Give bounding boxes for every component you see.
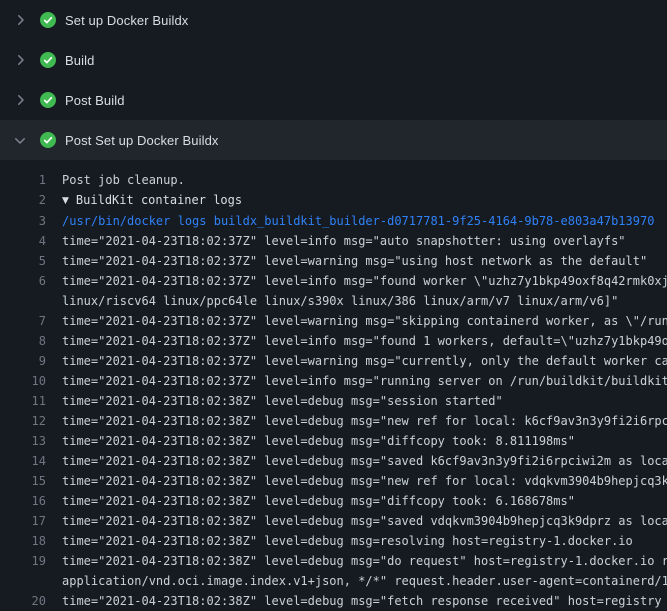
actions-job-log-viewer: Set up Docker Buildx Build Post Buil xyxy=(0,0,667,611)
log-line-number[interactable]: 16 xyxy=(0,491,46,511)
log-line-number[interactable]: 4 xyxy=(0,231,46,251)
steps-list: Set up Docker Buildx Build Post Buil xyxy=(0,0,667,160)
log-line-number[interactable]: 7 xyxy=(0,311,46,331)
log-line-number[interactable]: 3 xyxy=(0,211,46,231)
log-line-text: time="2021-04-23T18:02:38Z" level=debug … xyxy=(46,391,503,411)
log-line-text: time="2021-04-23T18:02:38Z" level=debug … xyxy=(46,591,662,611)
log-line: 16 time="2021-04-23T18:02:38Z" level=deb… xyxy=(0,491,667,511)
log-line-text: time="2021-04-23T18:02:37Z" level=info m… xyxy=(46,371,667,391)
log-line: 17 time="2021-04-23T18:02:38Z" level=deb… xyxy=(0,511,667,531)
log-line-text: time="2021-04-23T18:02:38Z" level=debug … xyxy=(46,471,667,491)
log-line: 4 time="2021-04-23T18:02:37Z" level=info… xyxy=(0,231,667,251)
log-line-text: time="2021-04-23T18:02:38Z" level=debug … xyxy=(46,531,633,551)
log-line: 18 time="2021-04-23T18:02:38Z" level=deb… xyxy=(0,531,667,551)
log-line: 12 time="2021-04-23T18:02:38Z" level=deb… xyxy=(0,411,667,431)
log-line-text: application/vnd.oci.image.index.v1+json,… xyxy=(46,571,667,591)
log-line: 10 time="2021-04-23T18:02:37Z" level=inf… xyxy=(0,371,667,391)
check-circle-icon xyxy=(40,12,56,28)
check-circle-icon xyxy=(40,52,56,68)
log-line-number[interactable]: 15 xyxy=(0,471,46,491)
log-line-number[interactable]: 8 xyxy=(0,331,46,351)
log-line-number[interactable]: 18 xyxy=(0,531,46,551)
log-line-number[interactable]: 12 xyxy=(0,411,46,431)
log-line: linux/riscv64 linux/ppc64le linux/s390x … xyxy=(0,291,667,311)
log-line-number[interactable]: 13 xyxy=(0,431,46,451)
log-line-number[interactable]: 1 xyxy=(0,170,46,190)
log-line-number[interactable]: 10 xyxy=(0,371,46,391)
log-line-text: time="2021-04-23T18:02:37Z" level=info m… xyxy=(46,231,626,251)
group-label[interactable]: BuildKit container logs xyxy=(76,193,242,207)
log-line-number[interactable]: 19 xyxy=(0,551,46,571)
log-line: 1 Post job cleanup. xyxy=(0,170,667,190)
log-line: 13 time="2021-04-23T18:02:38Z" level=deb… xyxy=(0,431,667,451)
log-line: 20 time="2021-04-23T18:02:38Z" level=deb… xyxy=(0,591,667,611)
log-line-text: Post job cleanup. xyxy=(46,170,185,190)
log-line-text: time="2021-04-23T18:02:37Z" level=warnin… xyxy=(46,351,667,371)
log-line-number[interactable]: 14 xyxy=(0,451,46,471)
log-line-text: time="2021-04-23T18:02:37Z" level=warnin… xyxy=(46,251,647,271)
log-lines: 1 Post job cleanup. 2 ▼ BuildKit containe… xyxy=(0,160,667,611)
log-line-text: /usr/bin/docker logs buildx_buildkit_bui… xyxy=(46,211,654,231)
log-line-text: time="2021-04-23T18:02:38Z" level=debug … xyxy=(46,411,667,431)
group-expanded-triangle-icon[interactable]: ▼ xyxy=(62,191,69,211)
chevron-right-icon[interactable] xyxy=(12,92,28,108)
log-line-number[interactable]: 2 xyxy=(0,190,46,211)
log-line-text: ▼ BuildKit container logs xyxy=(46,190,242,211)
log-line-text: linux/riscv64 linux/ppc64le linux/s390x … xyxy=(46,291,618,311)
log-line-number[interactable] xyxy=(0,571,46,591)
log-line-text: time="2021-04-23T18:02:37Z" level=info m… xyxy=(46,331,667,351)
chevron-right-icon[interactable] xyxy=(12,52,28,68)
log-line: 15 time="2021-04-23T18:02:38Z" level=deb… xyxy=(0,471,667,491)
log-line: 3 /usr/bin/docker logs buildx_buildkit_b… xyxy=(0,211,667,231)
chevron-right-icon[interactable] xyxy=(12,12,28,28)
step-row[interactable]: Build xyxy=(0,40,667,80)
log-line: 7 time="2021-04-23T18:02:37Z" level=warn… xyxy=(0,311,667,331)
log-line-number[interactable]: 20 xyxy=(0,591,46,611)
step-row[interactable]: Set up Docker Buildx xyxy=(0,0,667,40)
log-line: 8 time="2021-04-23T18:02:37Z" level=info… xyxy=(0,331,667,351)
log-line-number[interactable]: 5 xyxy=(0,251,46,271)
step-label: Build xyxy=(65,53,94,68)
log-line: 19 time="2021-04-23T18:02:38Z" level=deb… xyxy=(0,551,667,571)
step-label: Set up Docker Buildx xyxy=(65,13,188,28)
log-line-number[interactable]: 17 xyxy=(0,511,46,531)
step-row[interactable]: Post Set up Docker Buildx xyxy=(0,120,667,160)
log-line-text: time="2021-04-23T18:02:37Z" level=warnin… xyxy=(46,311,667,331)
log-line: 5 time="2021-04-23T18:02:37Z" level=warn… xyxy=(0,251,667,271)
log-line: application/vnd.oci.image.index.v1+json,… xyxy=(0,571,667,591)
log-line: 9 time="2021-04-23T18:02:37Z" level=warn… xyxy=(0,351,667,371)
log-line-number[interactable]: 6 xyxy=(0,271,46,291)
step-label: Post Set up Docker Buildx xyxy=(65,133,219,148)
log-line-text: time="2021-04-23T18:02:38Z" level=debug … xyxy=(46,491,575,511)
log-line-number[interactable]: 9 xyxy=(0,351,46,371)
log-line[interactable]: 2 ▼ BuildKit container logs xyxy=(0,190,667,211)
log-line: 14 time="2021-04-23T18:02:38Z" level=deb… xyxy=(0,451,667,471)
log-line: 6 time="2021-04-23T18:02:37Z" level=info… xyxy=(0,271,667,291)
log-line-text: time="2021-04-23T18:02:38Z" level=debug … xyxy=(46,511,667,531)
step-label: Post Build xyxy=(65,93,125,108)
chevron-down-icon[interactable] xyxy=(12,132,28,148)
log-line: 11 time="2021-04-23T18:02:38Z" level=deb… xyxy=(0,391,667,411)
check-circle-icon xyxy=(40,92,56,108)
log-line-text: time="2021-04-23T18:02:38Z" level=debug … xyxy=(46,551,667,571)
log-line-text: time="2021-04-23T18:02:38Z" level=debug … xyxy=(46,451,667,471)
log-line-number[interactable] xyxy=(0,291,46,311)
log-line-text: time="2021-04-23T18:02:37Z" level=info m… xyxy=(46,271,667,291)
log-line-number[interactable]: 11 xyxy=(0,391,46,411)
log-line-text: time="2021-04-23T18:02:38Z" level=debug … xyxy=(46,431,575,451)
step-row[interactable]: Post Build xyxy=(0,80,667,120)
check-circle-icon xyxy=(40,132,56,148)
